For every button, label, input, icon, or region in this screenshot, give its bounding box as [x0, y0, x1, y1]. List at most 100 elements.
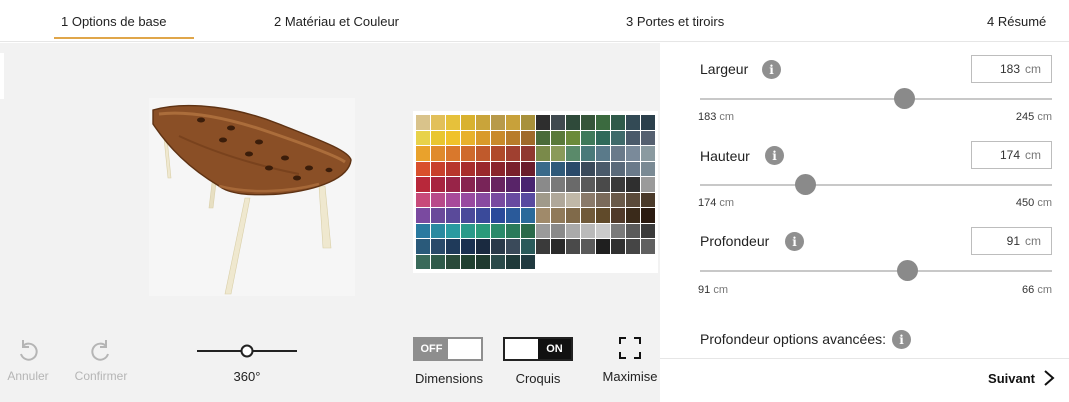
- color-swatch[interactable]: [626, 254, 640, 269]
- color-swatch[interactable]: [626, 115, 640, 130]
- color-swatch[interactable]: [521, 192, 535, 207]
- color-swatch[interactable]: [566, 254, 580, 269]
- color-swatch[interactable]: [476, 130, 490, 145]
- color-swatch[interactable]: [446, 254, 460, 269]
- color-swatch[interactable]: [596, 177, 610, 192]
- color-swatch[interactable]: [521, 239, 535, 254]
- color-swatch[interactable]: [461, 177, 475, 192]
- color-swatch[interactable]: [551, 115, 565, 130]
- color-swatch[interactable]: [626, 208, 640, 223]
- color-swatch[interactable]: [416, 254, 430, 269]
- color-swatch[interactable]: [416, 239, 430, 254]
- next-button[interactable]: Suivant: [988, 369, 1055, 387]
- color-swatch[interactable]: [446, 192, 460, 207]
- largeur-input[interactable]: 183 cm: [971, 55, 1052, 83]
- color-swatch[interactable]: [476, 115, 490, 130]
- color-swatch[interactable]: [431, 239, 445, 254]
- color-swatch[interactable]: [551, 161, 565, 176]
- color-swatch[interactable]: [566, 239, 580, 254]
- color-swatch[interactable]: [461, 223, 475, 238]
- color-swatch[interactable]: [461, 192, 475, 207]
- color-swatch[interactable]: [506, 239, 520, 254]
- color-swatch[interactable]: [491, 161, 505, 176]
- croquis-toggle[interactable]: ON: [503, 337, 573, 361]
- color-swatch[interactable]: [431, 254, 445, 269]
- color-swatch[interactable]: [566, 177, 580, 192]
- color-swatch[interactable]: [566, 161, 580, 176]
- color-swatch[interactable]: [611, 161, 625, 176]
- color-swatch[interactable]: [476, 161, 490, 176]
- color-swatch[interactable]: [611, 192, 625, 207]
- color-swatch[interactable]: [491, 146, 505, 161]
- hauteur-input[interactable]: 174 cm: [971, 141, 1052, 169]
- color-swatch[interactable]: [491, 130, 505, 145]
- color-swatch[interactable]: [551, 146, 565, 161]
- color-swatch[interactable]: [416, 192, 430, 207]
- color-swatch[interactable]: [461, 130, 475, 145]
- color-swatch[interactable]: [551, 208, 565, 223]
- color-swatch[interactable]: [431, 208, 445, 223]
- color-swatch[interactable]: [626, 130, 640, 145]
- color-swatch[interactable]: [491, 254, 505, 269]
- color-swatch[interactable]: [431, 223, 445, 238]
- info-icon[interactable]: i: [785, 232, 804, 251]
- color-swatch[interactable]: [476, 146, 490, 161]
- color-swatch[interactable]: [506, 146, 520, 161]
- color-swatch[interactable]: [611, 208, 625, 223]
- color-swatch[interactable]: [416, 146, 430, 161]
- color-swatch[interactable]: [596, 239, 610, 254]
- color-swatch[interactable]: [581, 130, 595, 145]
- color-swatch[interactable]: [581, 208, 595, 223]
- color-swatch[interactable]: [491, 192, 505, 207]
- color-swatch[interactable]: [461, 115, 475, 130]
- color-swatch[interactable]: [611, 177, 625, 192]
- info-icon[interactable]: i: [762, 60, 781, 79]
- color-swatch[interactable]: [641, 130, 655, 145]
- color-swatch[interactable]: [536, 177, 550, 192]
- color-swatch[interactable]: [461, 146, 475, 161]
- color-swatch[interactable]: [416, 223, 430, 238]
- largeur-slider-thumb[interactable]: [893, 88, 915, 109]
- color-swatch[interactable]: [521, 208, 535, 223]
- color-swatch[interactable]: [446, 146, 460, 161]
- color-swatch[interactable]: [446, 161, 460, 176]
- color-swatch[interactable]: [491, 239, 505, 254]
- color-swatch[interactable]: [596, 146, 610, 161]
- info-icon[interactable]: i: [892, 330, 911, 349]
- color-swatch[interactable]: [581, 239, 595, 254]
- color-swatch[interactable]: [566, 146, 580, 161]
- color-swatch[interactable]: [521, 223, 535, 238]
- profondeur-slider-thumb[interactable]: [897, 260, 919, 281]
- color-swatch[interactable]: [596, 223, 610, 238]
- color-swatch[interactable]: [566, 192, 580, 207]
- color-swatch[interactable]: [536, 192, 550, 207]
- color-swatch[interactable]: [611, 223, 625, 238]
- info-icon[interactable]: i: [765, 146, 784, 165]
- color-swatch[interactable]: [506, 208, 520, 223]
- profondeur-input[interactable]: 91 cm: [971, 227, 1052, 255]
- color-swatch[interactable]: [446, 115, 460, 130]
- color-swatch[interactable]: [476, 177, 490, 192]
- color-swatch[interactable]: [536, 254, 550, 269]
- color-swatch[interactable]: [566, 130, 580, 145]
- color-swatch[interactable]: [611, 254, 625, 269]
- redo-control[interactable]: Confirmer: [70, 337, 132, 383]
- color-swatch[interactable]: [506, 130, 520, 145]
- color-swatch[interactable]: [521, 177, 535, 192]
- hauteur-slider-track[interactable]: [700, 184, 1052, 186]
- color-swatch[interactable]: [626, 146, 640, 161]
- color-swatch[interactable]: [521, 146, 535, 161]
- color-swatch[interactable]: [626, 177, 640, 192]
- color-swatch[interactable]: [491, 115, 505, 130]
- color-swatch[interactable]: [461, 239, 475, 254]
- color-swatch[interactable]: [581, 161, 595, 176]
- color-swatch[interactable]: [506, 254, 520, 269]
- color-swatch[interactable]: [506, 192, 520, 207]
- color-swatch[interactable]: [581, 115, 595, 130]
- color-swatch[interactable]: [536, 223, 550, 238]
- color-swatch[interactable]: [551, 254, 565, 269]
- color-swatch[interactable]: [581, 146, 595, 161]
- color-swatch[interactable]: [641, 239, 655, 254]
- tab-portes-tiroirs[interactable]: 3 Portes et tiroirs: [626, 14, 724, 29]
- color-swatch[interactable]: [416, 208, 430, 223]
